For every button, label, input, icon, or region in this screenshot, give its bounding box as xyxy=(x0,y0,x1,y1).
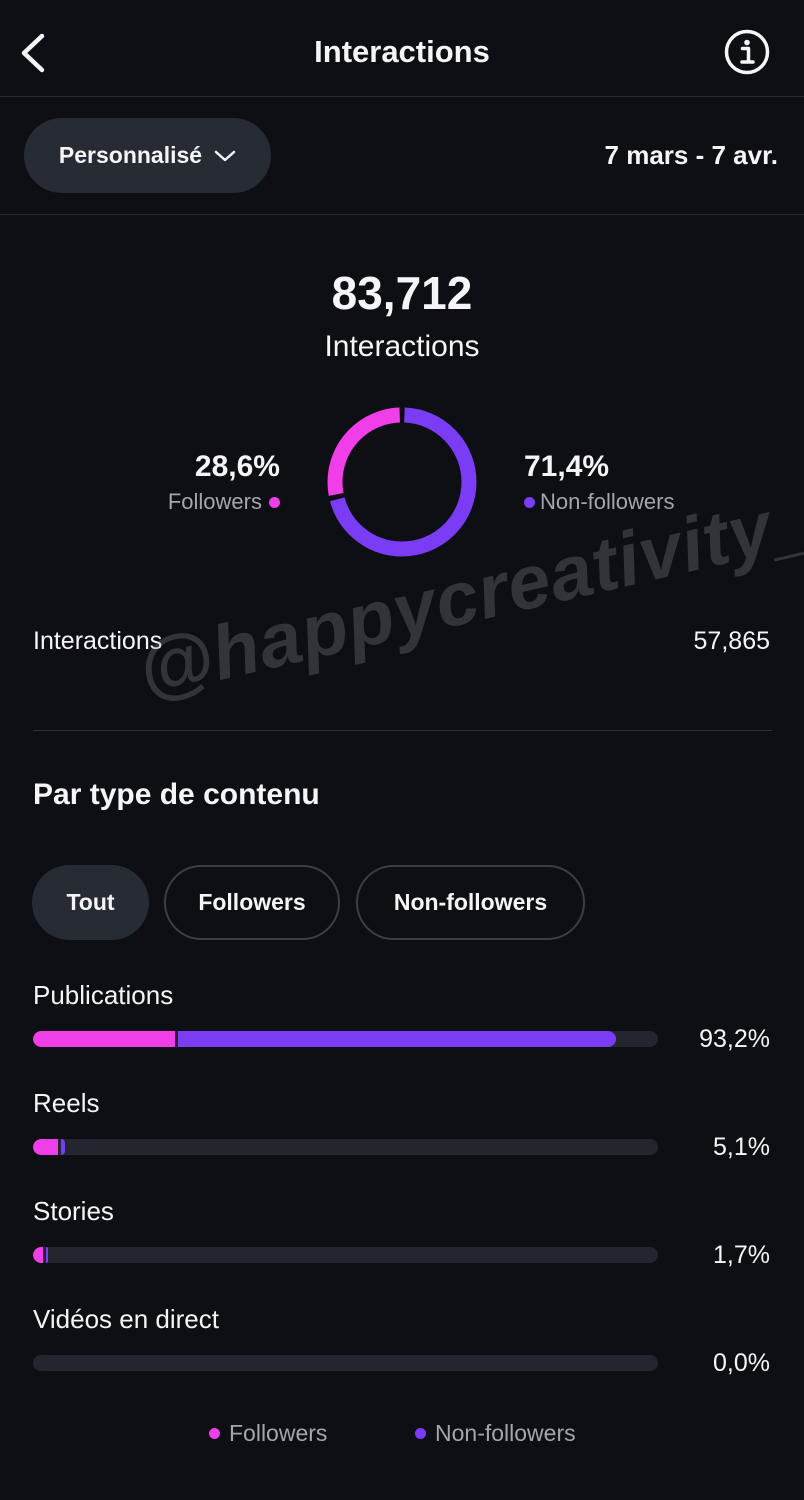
info-circle-icon xyxy=(724,29,770,75)
legend-followers: Followers xyxy=(209,1420,327,1447)
followers-legend-label: Followers xyxy=(167,489,262,514)
chip-non-followers[interactable]: Non-followers xyxy=(356,865,585,940)
non-followers-legend-label: Non-followers xyxy=(540,489,675,514)
legend-non-followers: Non-followers xyxy=(415,1420,576,1447)
date-range: 7 mars - 7 avr. xyxy=(604,140,778,170)
followers-legend: Followers xyxy=(168,489,280,515)
content-type-percentage: 93,2% xyxy=(699,1025,770,1053)
chevron-down-icon xyxy=(214,150,236,161)
content-type-bar xyxy=(33,1031,658,1047)
content-type-percentage: 0,0% xyxy=(713,1349,770,1377)
chip-all[interactable]: Tout xyxy=(32,865,149,940)
content-type-label: Vidéos en direct xyxy=(33,1304,219,1334)
content-type-bar xyxy=(33,1355,658,1371)
content-type-label: Reels xyxy=(33,1088,100,1118)
header-divider xyxy=(0,96,804,97)
interactions-row-value: 57,865 xyxy=(693,627,770,655)
legend-followers-label: Followers xyxy=(229,1420,328,1446)
non-followers-percentage: 71,4% xyxy=(524,450,610,483)
bar-followers-segment xyxy=(33,1031,175,1047)
page-title: Interactions xyxy=(314,34,490,69)
bar-non-followers-segment xyxy=(61,1139,65,1155)
non-followers-legend-dot-icon xyxy=(415,1428,426,1439)
section-title: Par type de contenu xyxy=(33,778,320,811)
bar-non-followers-segment xyxy=(46,1247,48,1263)
bar-non-followers-segment xyxy=(177,1031,616,1047)
content-type-label: Publications xyxy=(33,980,174,1010)
period-label: Personnalisé xyxy=(58,142,203,168)
chip-followers[interactable]: Followers xyxy=(164,865,340,940)
non-followers-legend: Non-followers xyxy=(524,489,675,515)
followers-legend-dot-icon xyxy=(209,1428,220,1439)
followers-donut-chart xyxy=(327,407,477,557)
content-type-percentage: 5,1% xyxy=(713,1133,770,1161)
bar-followers-segment xyxy=(33,1247,43,1263)
followers-dot-icon xyxy=(269,496,280,508)
content-type-bar xyxy=(33,1139,658,1155)
total-interactions-value: 83,712 xyxy=(331,267,473,319)
period-dropdown[interactable]: Personnalisé xyxy=(24,118,271,193)
content-type-label: Stories xyxy=(33,1196,114,1226)
non-followers-dot-icon xyxy=(524,496,535,508)
total-interactions-label: Interactions xyxy=(324,330,480,363)
info-button[interactable] xyxy=(724,29,770,75)
content-type-percentage: 1,7% xyxy=(713,1241,770,1269)
bar-followers-segment xyxy=(33,1139,58,1155)
interactions-row-label: Interactions xyxy=(33,627,163,655)
content-type-bar xyxy=(33,1247,658,1263)
legend-non-followers-label: Non-followers xyxy=(435,1420,576,1446)
followers-percentage: 28,6% xyxy=(194,450,280,483)
filter-divider xyxy=(0,214,804,215)
section-divider xyxy=(33,730,772,731)
